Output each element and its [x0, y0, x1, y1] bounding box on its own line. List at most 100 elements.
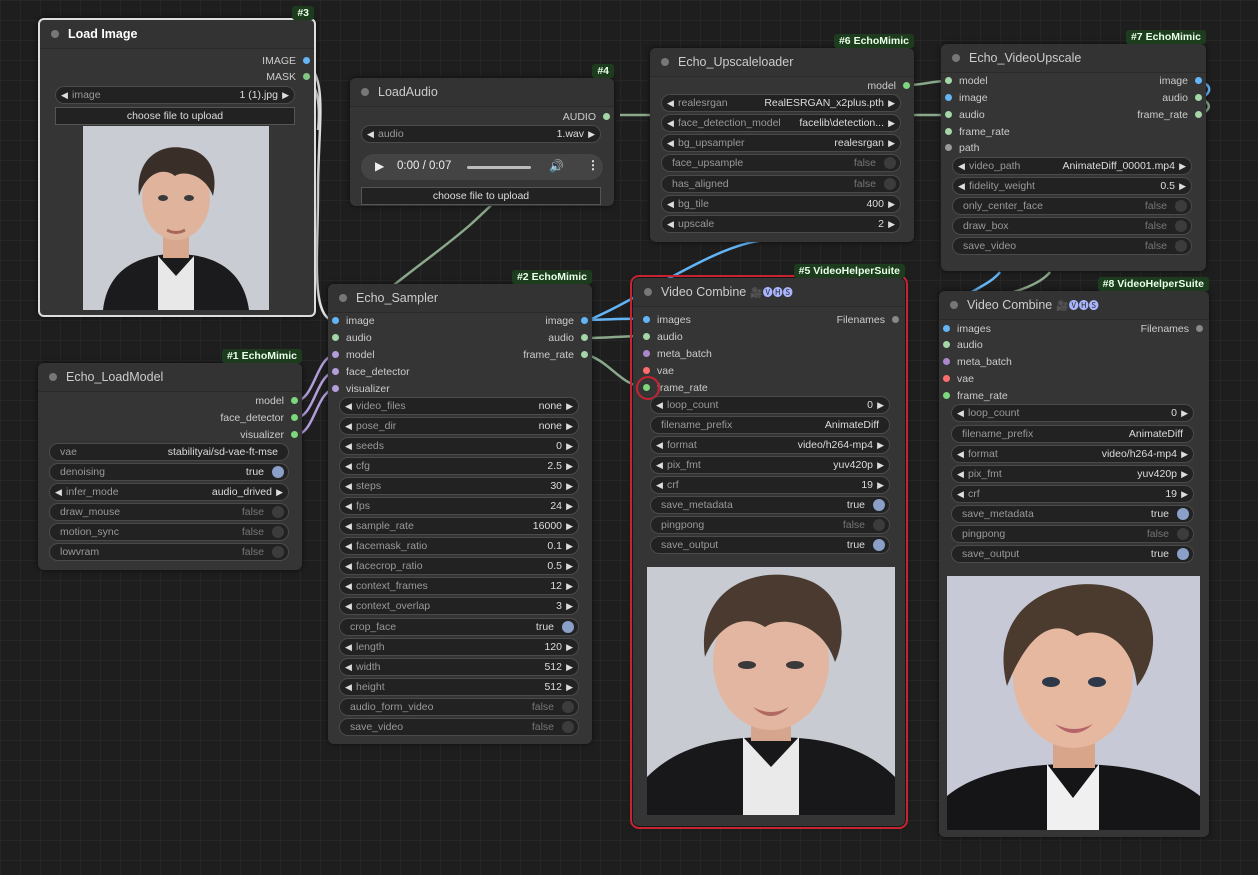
socket-icon[interactable]: [943, 325, 950, 332]
arrow-right-icon[interactable]: ▶: [888, 95, 895, 111]
loop-count-stepper[interactable]: ◀ loop_count 0 ▶: [650, 396, 890, 414]
node-title[interactable]: Video Combine 🎥🅥🅗🅢: [939, 291, 1209, 320]
toggle-knob-icon[interactable]: [1177, 548, 1189, 560]
realesrgan-select[interactable]: ◀ realesrgan RealESRGAN_x2plus.pth ▶: [661, 94, 901, 112]
output-filenames[interactable]: Filenames: [837, 313, 899, 327]
node-title[interactable]: Echo_LoadModel: [38, 363, 302, 392]
socket-icon[interactable]: [1196, 325, 1203, 332]
socket-icon[interactable]: [332, 351, 339, 358]
arrow-left-icon[interactable]: ◀: [958, 158, 965, 174]
arrow-left-icon[interactable]: ◀: [367, 126, 374, 142]
arrow-right-icon[interactable]: ▶: [1179, 178, 1186, 194]
output-image[interactable]: IMAGE: [262, 54, 310, 68]
video-combine-node-8[interactable]: #8 VideoHelperSuite Video Combine 🎥🅥🅗🅢 im…: [939, 277, 1209, 837]
arrow-right-icon[interactable]: ▶: [566, 498, 573, 514]
socket-icon[interactable]: [303, 73, 310, 80]
arrow-left-icon[interactable]: ◀: [345, 518, 352, 534]
pose-dir-select[interactable]: ◀ pose_dir none ▶: [339, 417, 579, 435]
length-stepper[interactable]: ◀ length 120 ▶: [339, 638, 579, 656]
volume-icon[interactable]: 🔊: [549, 159, 564, 173]
cfg-stepper[interactable]: ◀ cfg 2.5 ▶: [339, 457, 579, 475]
more-options-icon[interactable]: ⋮: [587, 158, 599, 172]
arrow-right-icon[interactable]: ▶: [1181, 486, 1188, 502]
arrow-right-icon[interactable]: ▶: [566, 458, 573, 474]
toggle-knob-icon[interactable]: [873, 539, 885, 551]
arrow-right-icon[interactable]: ▶: [877, 457, 884, 473]
arrow-right-icon[interactable]: ▶: [566, 538, 573, 554]
arrow-right-icon[interactable]: ▶: [888, 135, 895, 151]
video-preview[interactable]: [947, 576, 1200, 830]
arrow-left-icon[interactable]: ◀: [345, 578, 352, 594]
progress-track[interactable]: [467, 166, 531, 169]
arrow-right-icon[interactable]: ▶: [877, 397, 884, 413]
arrow-left-icon[interactable]: ◀: [957, 405, 964, 421]
play-icon[interactable]: ▶: [375, 159, 384, 173]
arrow-right-icon[interactable]: ▶: [276, 484, 283, 500]
node-title[interactable]: Echo_Sampler: [328, 284, 592, 313]
facecrop-ratio-stepper[interactable]: ◀ facecrop_ratio 0.5 ▶: [339, 557, 579, 575]
arrow-left-icon[interactable]: ◀: [345, 659, 352, 675]
pingpong-toggle[interactable]: pingpong false: [951, 525, 1194, 543]
toggle-knob-icon[interactable]: [562, 721, 574, 733]
output-face-detector[interactable]: face_detector: [220, 411, 298, 425]
arrow-left-icon[interactable]: ◀: [345, 398, 352, 414]
upscale-stepper[interactable]: ◀ upscale 2 ▶: [661, 215, 901, 233]
socket-icon[interactable]: [291, 397, 298, 404]
socket-icon[interactable]: [603, 113, 610, 120]
save-metadata-toggle[interactable]: save_metadata true: [951, 505, 1194, 523]
arrow-right-icon[interactable]: ▶: [566, 659, 573, 675]
arrow-right-icon[interactable]: ▶: [877, 437, 884, 453]
arrow-right-icon[interactable]: ▶: [566, 518, 573, 534]
vae-field[interactable]: vae stabilityai/sd-vae-ft-mse: [49, 443, 289, 461]
socket-icon[interactable]: [945, 128, 952, 135]
collapse-dot-icon[interactable]: [950, 301, 958, 309]
toggle-knob-icon[interactable]: [562, 701, 574, 713]
input-image[interactable]: image: [332, 314, 375, 328]
arrow-right-icon[interactable]: ▶: [588, 126, 595, 142]
face-detection-model-select[interactable]: ◀ face_detection_model facelib\detection..…: [661, 114, 901, 132]
arrow-left-icon[interactable]: ◀: [55, 484, 62, 500]
output-image[interactable]: image: [545, 314, 588, 328]
input-audio[interactable]: audio: [945, 108, 985, 122]
save-output-toggle[interactable]: save_output true: [951, 545, 1194, 563]
save-video-toggle[interactable]: save_video false: [339, 718, 579, 736]
save-metadata-toggle[interactable]: save_metadata true: [650, 496, 890, 514]
context-frames-stepper[interactable]: ◀ context_frames 12 ▶: [339, 577, 579, 595]
arrow-right-icon[interactable]: ▶: [566, 438, 573, 454]
toggle-knob-icon[interactable]: [272, 466, 284, 478]
height-stepper[interactable]: ◀ height 512 ▶: [339, 678, 579, 696]
upload-button[interactable]: choose file to upload: [361, 187, 601, 205]
output-image[interactable]: image: [1159, 74, 1202, 88]
arrow-left-icon[interactable]: ◀: [61, 87, 68, 103]
arrow-left-icon[interactable]: ◀: [345, 438, 352, 454]
arrow-right-icon[interactable]: ▶: [566, 558, 573, 574]
output-audio[interactable]: AUDIO: [563, 110, 610, 124]
toggle-knob-icon[interactable]: [1175, 200, 1187, 212]
steps-stepper[interactable]: ◀ steps 30 ▶: [339, 477, 579, 495]
node-title[interactable]: Video Combine 🎥🅥🅗🅢: [633, 278, 905, 307]
echo-videoupscale-node[interactable]: #7 EchoMimic Echo_VideoUpscale model ima…: [941, 30, 1206, 271]
context-overlap-stepper[interactable]: ◀ context_overlap 3 ▶: [339, 597, 579, 615]
collapse-dot-icon[interactable]: [339, 294, 347, 302]
input-meta-batch[interactable]: meta_batch: [943, 355, 1012, 369]
toggle-knob-icon[interactable]: [884, 178, 896, 190]
socket-icon[interactable]: [1195, 77, 1202, 84]
toggle-knob-icon[interactable]: [873, 499, 885, 511]
socket-icon[interactable]: [945, 94, 952, 101]
arrow-right-icon[interactable]: ▶: [566, 478, 573, 494]
socket-icon[interactable]: [945, 144, 952, 151]
collapse-dot-icon[interactable]: [49, 373, 57, 381]
input-images[interactable]: images: [943, 322, 991, 336]
fidelity-weight-stepper[interactable]: ◀ fidelity_weight 0.5 ▶: [952, 177, 1192, 195]
image-select[interactable]: ◀ image 1 (1).jpg ▶: [55, 86, 295, 104]
save-video-toggle[interactable]: save_video false: [952, 237, 1192, 255]
video-preview[interactable]: [647, 567, 895, 815]
socket-icon[interactable]: [291, 431, 298, 438]
pix-fmt-select[interactable]: ◀ pix_fmt yuv420p ▶: [650, 456, 890, 474]
socket-icon[interactable]: [291, 414, 298, 421]
input-visualizer[interactable]: visualizer: [332, 382, 390, 396]
echo-loadmodel-node[interactable]: #1 EchoMimic Echo_LoadModel model face_d…: [38, 349, 302, 570]
socket-icon[interactable]: [332, 334, 339, 341]
toggle-knob-icon[interactable]: [1175, 240, 1187, 252]
video-combine-node-5[interactable]: #5 VideoHelperSuite Video Combine 🎥🅥🅗🅢 im…: [630, 264, 908, 829]
